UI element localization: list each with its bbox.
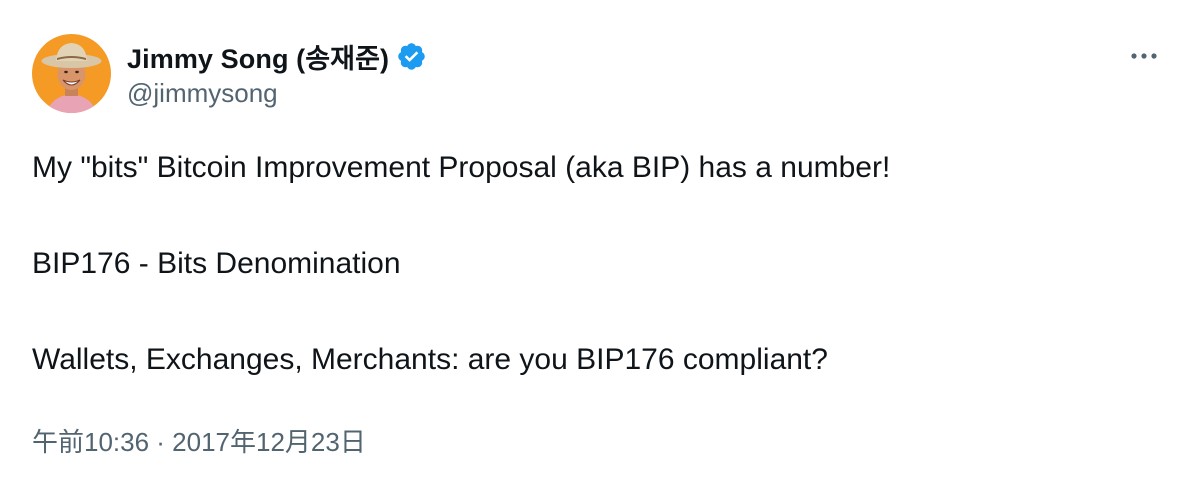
tweet-text: My "bits" Bitcoin Improvement Proposal (… (32, 150, 1152, 378)
avatar-image (32, 34, 111, 113)
verified-badge-icon (396, 41, 427, 72)
author-handle[interactable]: @jimmysong (127, 78, 427, 109)
more-options-button[interactable] (1124, 40, 1164, 72)
tweet-card: Jimmy Song (송재준) @jimmysong My "bits" Bi… (0, 0, 1192, 482)
display-name[interactable]: Jimmy Song (송재준) (127, 37, 389, 76)
avatar[interactable] (32, 34, 111, 113)
tweet-line: My "bits" Bitcoin Improvement Proposal (… (32, 151, 891, 184)
tweet-line: BIP176 - Bits Denomination (32, 247, 401, 280)
name-row: Jimmy Song (송재준) (127, 36, 427, 76)
author-header: Jimmy Song (송재준) @jimmysong (127, 36, 427, 109)
tweet-timestamp[interactable]: 午前10:36 · 2017年12月23日 (32, 422, 366, 459)
more-options-icon (1131, 53, 1157, 59)
tweet-line: Wallets, Exchanges, Merchants: are you B… (32, 343, 828, 376)
